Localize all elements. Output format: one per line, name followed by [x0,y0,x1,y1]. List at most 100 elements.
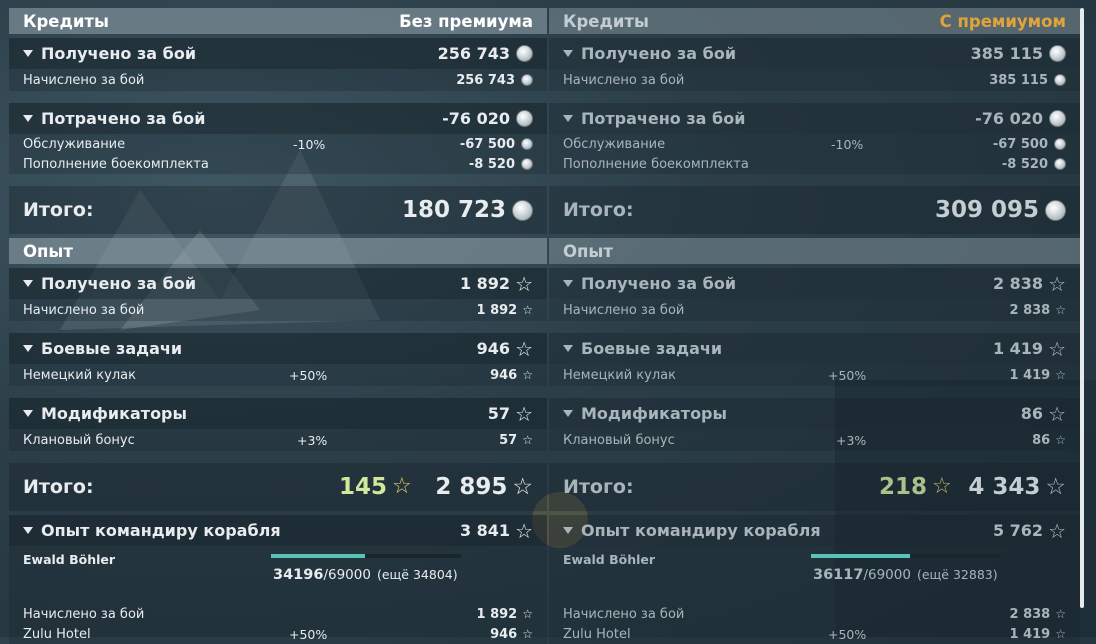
xp-row: Начислено за бой 2 838 ☆ [549,604,1080,624]
xp-total-row: Итого: 145 ☆ 2 895 ☆ [9,463,547,511]
credits-title: Кредиты [563,11,649,31]
xp-modifiers-group[interactable]: Модификаторы 86 ☆ [549,398,1080,429]
collapse-triangle-icon[interactable] [563,280,573,287]
group-value: 1 419 [992,339,1044,358]
row-value: 946 [490,367,518,383]
commander-card: Ewald Böhler 36117/69000 (ещё 32883) [549,546,1080,604]
xp-star-icon: ☆ [522,433,533,447]
group-label: Боевые задачи [581,339,723,358]
credits-spent-group[interactable]: Потрачено за бой -76 020 [549,103,1080,134]
row-label: Начислено за бой [563,302,685,318]
xp-missions-group[interactable]: Боевые задачи 946 ☆ [9,333,547,364]
commander-xp-max: /69000 [323,567,371,583]
xp-total-row: Итого: 218 ☆ 4 343 ☆ [549,463,1080,511]
xp-row: Zulu Hotel +50% 946 ☆ [9,624,547,644]
collapse-triangle-icon[interactable] [23,410,33,417]
credits-header: Кредиты Без премиума [9,8,547,34]
group-value: 57 [487,404,511,423]
collapse-triangle-icon[interactable] [563,50,573,57]
group-value: 2 838 [992,274,1044,293]
free-xp-value: 145 [339,474,388,500]
xp-star-icon: ☆ [515,401,533,426]
xp-star-icon: ☆ [1055,303,1066,317]
row-label: Начислено за бой [563,72,685,88]
commander-xp-remaining: (ещё 34804) [376,567,458,582]
row-value: 1 892 [476,302,518,318]
row-percent: -10% [293,136,326,152]
credits-coin-icon [521,74,533,86]
xp-earned-group[interactable]: Получено за бой 2 838 ☆ [549,268,1080,299]
collapse-triangle-icon[interactable] [563,115,573,122]
xp-missions-group[interactable]: Боевые задачи 1 419 ☆ [549,333,1080,364]
xp-star-icon: ☆ [1048,518,1066,543]
group-value: 86 [1020,404,1044,423]
row-label: Клановый бонус [23,432,135,448]
row-percent: +3% [836,432,867,448]
free-xp-total: 218 ☆ [879,474,952,500]
xp-star-icon: ☆ [1048,401,1066,426]
row-label: Zulu Hotel [563,626,631,642]
xp-row: Немецкий кулак +50% 946 ☆ [9,364,547,386]
row-label: Клановый бонус [563,432,675,448]
xp-star-icon: ☆ [522,627,533,641]
credits-xp-panel-no-premium: Кредиты Без премиума Получено за бой 256… [9,8,547,644]
total-value: 180 723 [401,197,506,223]
credits-total-row: Итого: 309 095 [549,186,1080,234]
credits-coin-icon [516,45,533,62]
credits-spent-group[interactable]: Потрачено за бой -76 020 [9,103,547,134]
group-label: Получено за бой [41,274,197,293]
row-label: Zulu Hotel [23,626,91,642]
commander-xp-group[interactable]: Опыт командиру корабля 3 841 ☆ [9,515,547,546]
group-label: Боевые задачи [41,339,183,358]
xp-modifiers-group[interactable]: Модификаторы 57 ☆ [9,398,547,429]
total-label: Итого: [563,199,634,221]
commander-xp-value: 36117 [813,567,864,583]
row-label: Пополнение боекомплекта [563,156,749,172]
collapse-triangle-icon[interactable] [23,115,33,122]
row-value: 946 [490,626,518,642]
collapse-triangle-icon[interactable] [23,50,33,57]
commander-progress-bar [271,554,461,558]
credits-coin-icon [521,138,533,150]
credits-row: Обслуживание -10% -67 500 [549,134,1080,154]
commander-xp-group[interactable]: Опыт командиру корабля 5 762 ☆ [549,515,1080,546]
row-label: Немецкий кулак [23,367,136,383]
credits-row: Начислено за бой 385 115 [549,69,1080,91]
xp-star-icon: ☆ [1045,473,1066,500]
credits-header: Кредиты С премиумом [549,8,1080,34]
row-value: 1 892 [476,606,518,622]
xp-title: Опыт [563,241,613,261]
commander-xp-readout: 34196/69000 (ещё 34804) [273,567,458,583]
total-value: 309 095 [934,197,1039,223]
collapse-triangle-icon[interactable] [563,410,573,417]
credits-earned-group[interactable]: Получено за бой 256 743 [9,38,547,69]
row-value: 256 743 [456,72,515,88]
credits-coin-icon [1054,74,1066,86]
credits-earned-group[interactable]: Получено за бой 385 115 [549,38,1080,69]
group-label: Получено за бой [41,44,197,63]
scrollbar[interactable] [1080,8,1084,608]
row-label: Немецкий кулак [563,367,676,383]
commander-progress-bar [811,554,1001,558]
commander-xp-max: /69000 [863,567,911,583]
group-value: 385 115 [970,44,1043,63]
row-percent: +50% [289,626,328,642]
collapse-triangle-icon[interactable] [563,345,573,352]
total-label: Итого: [23,476,94,498]
collapse-triangle-icon[interactable] [23,527,33,534]
group-label: Модификаторы [581,404,727,423]
group-label: Получено за бой [581,44,737,63]
row-label: Обслуживание [563,136,666,152]
collapse-triangle-icon[interactable] [23,345,33,352]
credits-row: Пополнение боекомплекта -8 520 [549,154,1080,174]
group-value: 5 762 [992,521,1044,540]
xp-earned-group[interactable]: Получено за бой 1 892 ☆ [9,268,547,299]
xp-row: Клановый бонус +3% 86 ☆ [549,429,1080,451]
group-value: -76 020 [442,109,510,128]
group-label: Получено за бой [581,274,737,293]
xp-row: Клановый бонус +3% 57 ☆ [9,429,547,451]
collapse-triangle-icon[interactable] [563,527,573,534]
free-xp-total: 145 ☆ [339,474,412,500]
group-label: Модификаторы [41,404,187,423]
collapse-triangle-icon[interactable] [23,280,33,287]
